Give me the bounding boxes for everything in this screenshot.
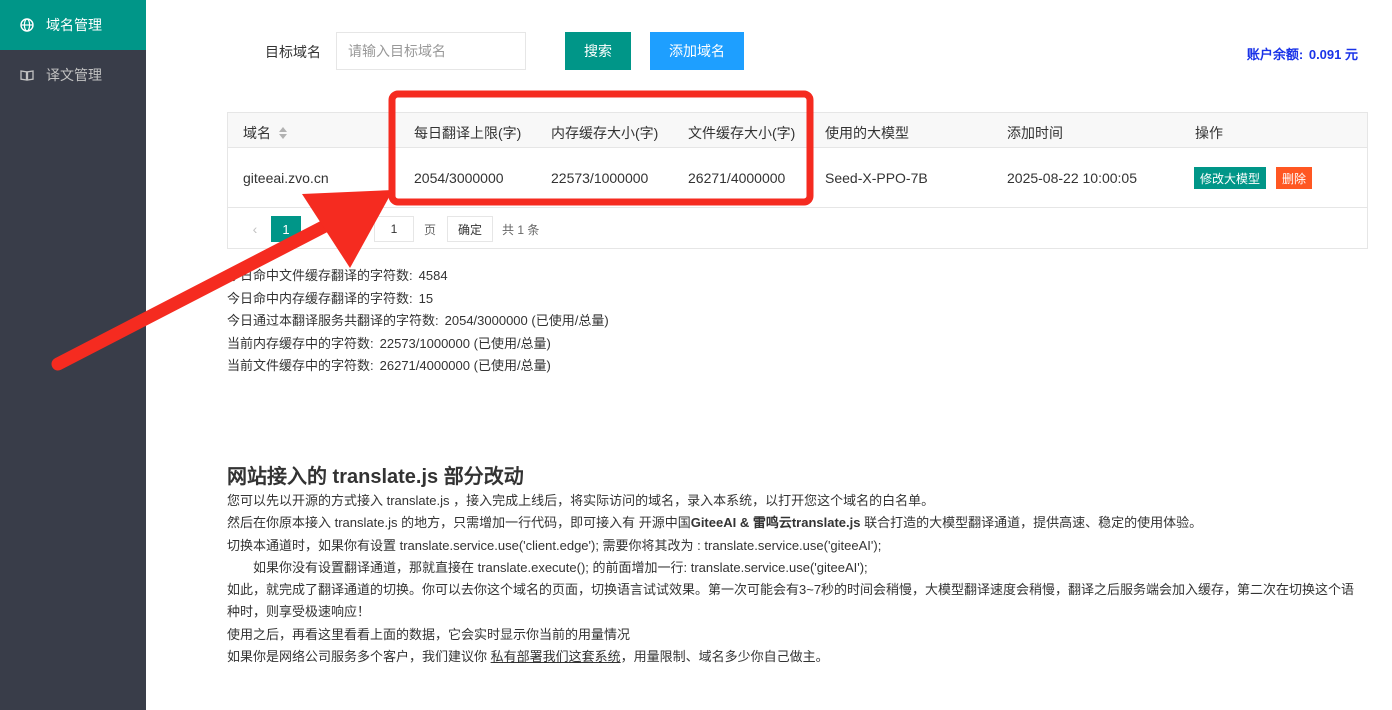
search-input[interactable] [336, 32, 526, 70]
bold-text: GiteeAI & 雷鸣云translate.js [690, 515, 861, 531]
stat-memory-cache-size: 当前内存缓存中的字符数: 22573/1000000 (已使用/总量) [227, 333, 609, 356]
stat-file-cache-hits: 今日命中文件缓存翻译的字符数: 4584 [227, 265, 609, 288]
column-header-daily-limit: 每日翻译上限(字) [414, 125, 522, 141]
account-balance: 账户余额: 0.091 元 [1247, 44, 1358, 63]
stat-memory-cache-hits: 今日命中内存缓存翻译的字符数: 15 [227, 288, 609, 311]
cell-file-cache: 26271/4000000 [688, 170, 786, 186]
cell-memory-cache: 22573/1000000 [551, 170, 649, 186]
article-paragraph: 您可以先以开源的方式接入 translate.js ，接入完成上线后，将实际访问… [227, 493, 935, 508]
column-header-added-time: 添加时间 [1007, 125, 1063, 141]
usage-stats: 今日命中文件缓存翻译的字符数: 4584 今日命中内存缓存翻译的字符数: 15 今日… [227, 265, 609, 378]
table-header: 域名 每日翻译上限(字) 内存缓存大小(字) 文件缓存大小(字) 使用的大模型 … [228, 113, 1367, 148]
article-paragraph: 切换本通道时，如果你有设置 translate.service.use('cli… [227, 537, 882, 553]
stat-label: 今日命中文件缓存翻译的字符数: [227, 268, 413, 283]
text-segment: 然后在你原本接入 translate.js 的地方，只需增加一行代码，即可接入有… [227, 515, 691, 531]
stat-label: 今日通过本翻译服务共翻译的字符数: [227, 313, 439, 328]
add-domain-button[interactable]: 添加域名 [650, 32, 744, 70]
sidebar-item-label: 译文管理 [46, 67, 102, 83]
sort-icon[interactable] [279, 127, 288, 140]
search-button[interactable]: 搜索 [565, 32, 631, 70]
total-count: 共 1 条 [502, 223, 540, 237]
cell-daily-limit: 2054/3000000 [414, 170, 504, 186]
article-body: 您可以先以开源的方式接入 translate.js ，接入完成上线后，将实际访问… [227, 490, 1367, 668]
globe-icon [20, 18, 34, 32]
column-header-model: 使用的大模型 [825, 125, 909, 141]
column-header-actions: 操作 [1195, 125, 1223, 141]
sidebar-item-label: 域名管理 [46, 17, 102, 33]
text-segment: ，用量限制、域名多少你自己做主。 [620, 649, 829, 665]
stat-value: 22573/1000000 (已使用/总量) [379, 335, 551, 351]
column-header-memory-cache: 内存缓存大小(字) [551, 125, 659, 141]
target-domain-label: 目标域名 [265, 44, 321, 60]
stat-file-cache-size: 当前文件缓存中的字符数: 26271/4000000 (已使用/总量) [227, 355, 609, 378]
sidebar: 域名管理 译文管理 [0, 0, 146, 710]
confirm-page-button[interactable]: 确定 [447, 216, 493, 242]
prev-page-button[interactable]: ‹ [244, 216, 266, 242]
book-icon [20, 68, 34, 82]
article-title: 网站接入的 translate.js 部分改动 [227, 466, 524, 488]
delete-button[interactable]: 删除 [1276, 167, 1312, 189]
column-header-file-cache: 文件缓存大小(字) [688, 125, 796, 141]
sidebar-item-domain-management[interactable]: 域名管理 [0, 0, 146, 50]
main-content: 目标域名 搜索 添加域名 账户余额: 0.091 元 域名 每日翻译上限(字) … [146, 0, 1392, 710]
cell-domain: giteeai.zvo.cn [243, 170, 329, 186]
balance-label: 账户余额: [1246, 47, 1304, 62]
stat-value: 2054/3000000 (已使用/总量) [444, 313, 609, 328]
current-page-button[interactable]: 1 [271, 216, 301, 242]
column-header-label: 域名 [243, 125, 271, 141]
domain-table: 域名 每日翻译上限(字) 内存缓存大小(字) 文件缓存大小(字) 使用的大模型 … [227, 112, 1368, 249]
sidebar-item-translation-management[interactable]: 译文管理 [0, 50, 146, 100]
article-paragraph: 然后在你原本接入 translate.js 的地方，只需增加一行代码，即可接入有… [227, 512, 1367, 534]
cell-model: Seed-X-PPO-7B [825, 170, 928, 186]
text-segment: 联合打造的大模型翻译通道，提供高速、稳定的使用体验。 [860, 515, 1203, 531]
stat-label: 今日命中内存缓存翻译的字符数: [227, 290, 413, 306]
stat-value: 4584 [418, 268, 448, 283]
stat-label: 当前内存缓存中的字符数: [227, 335, 374, 351]
article-paragraph: 如此，就完成了翻译通道的切换。你可以去你这个域名的页面，切换语言试试效果。第一次… [227, 582, 1355, 620]
stat-total-translated: 今日通过本翻译服务共翻译的字符数: 2054/3000000 (已使用/总量) [227, 310, 609, 333]
stat-label: 当前文件缓存中的字符数: [227, 358, 374, 373]
article-paragraph: 如果你是网络公司服务多个客户，我们建议你 私有部署我们这套系统，用量限制、域名多… [227, 646, 1367, 668]
stat-value: 26271/4000000 (已使用/总量) [379, 358, 551, 373]
article-paragraph: 如果你没有设置翻译通道，那就直接在 translate.execute(); 的… [253, 559, 868, 575]
article-paragraph: 使用之后，再看这里看看上面的数据，它会实时显示你当前的用量情况 [227, 626, 631, 642]
table-row: giteeai.zvo.cn 2054/3000000 22573/100000… [228, 148, 1367, 208]
private-deploy-link[interactable]: 私有部署我们这套系统 [491, 649, 621, 664]
balance-value: 0.091 元 [1308, 47, 1358, 62]
column-header-domain[interactable]: 域名 [243, 123, 288, 143]
goto-page-input[interactable] [374, 216, 414, 242]
stat-value: 15 [418, 290, 434, 306]
cell-added-time: 2025-08-22 10:00:05 [1007, 170, 1137, 186]
page-unit-label: 页 [424, 223, 437, 237]
edit-model-button[interactable]: 修改大模型 [1194, 167, 1266, 189]
text-segment: 如果你是网络公司服务多个客户，我们建议你 [227, 649, 491, 665]
pagination: ‹ 1 页 确定 共 1 条 [228, 208, 1367, 249]
